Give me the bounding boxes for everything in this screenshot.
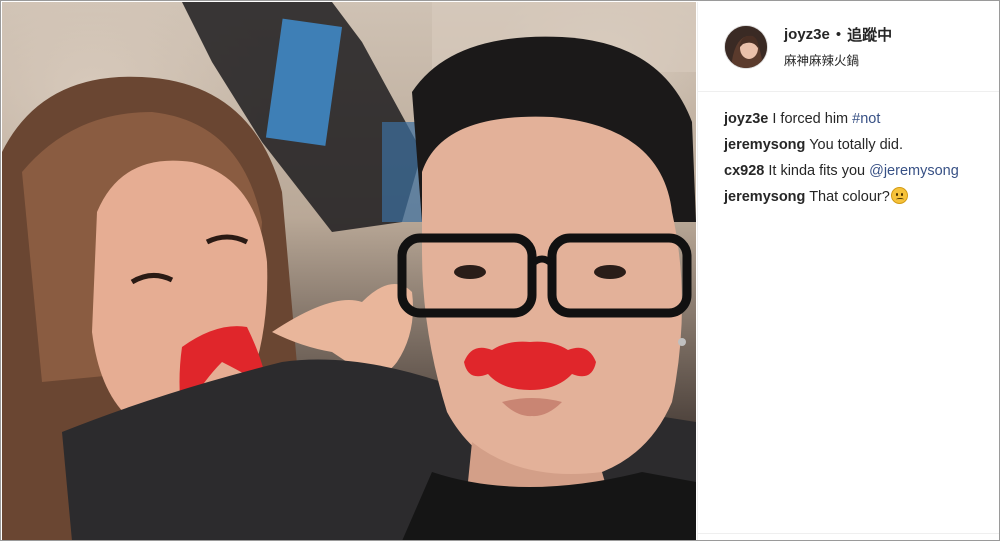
post-window: joyz3e • 追蹤中 麻神麻辣火鍋 joyz3e I forced him … xyxy=(0,0,1000,541)
confused-face-icon xyxy=(890,187,908,204)
avatar-image xyxy=(725,25,767,68)
following-button[interactable]: 追蹤中 xyxy=(847,24,892,45)
comment-item: jeremysong That colour? xyxy=(724,184,974,210)
comment-item: jeremysong You totally did. xyxy=(724,132,974,158)
post-header: joyz3e • 追蹤中 麻神麻辣火鍋 xyxy=(698,2,999,92)
separator-dot: • xyxy=(835,26,842,43)
mention-link[interactable]: @jeremysong xyxy=(869,163,959,179)
panel-divider xyxy=(698,533,999,540)
post-photo[interactable] xyxy=(2,2,696,540)
comment-username[interactable]: cx928 xyxy=(724,163,764,179)
comment-item: joyz3e I forced him #not xyxy=(724,106,974,132)
comment-username[interactable]: joyz3e xyxy=(724,111,768,127)
post-location[interactable]: 麻神麻辣火鍋 xyxy=(784,50,892,69)
comment-text: You totally did. xyxy=(809,137,903,153)
post-side-panel: joyz3e • 追蹤中 麻神麻辣火鍋 joyz3e I forced him … xyxy=(697,2,999,540)
comment-text: It kinda fits you xyxy=(768,163,870,179)
comment-item: cx928 It kinda fits you @jeremysong xyxy=(724,158,974,184)
comment-username[interactable]: jeremysong xyxy=(724,137,805,153)
comment-text: That colour? xyxy=(809,189,890,205)
comment-text: I forced him xyxy=(772,111,853,127)
comment-username[interactable]: jeremysong xyxy=(724,189,805,205)
hashtag-link[interactable]: #not xyxy=(852,111,880,127)
author-line: joyz3e • 追蹤中 xyxy=(784,24,892,45)
author-username[interactable]: joyz3e xyxy=(784,26,830,43)
photo-illustration xyxy=(2,2,696,540)
author-avatar[interactable] xyxy=(724,24,768,69)
comments-list: joyz3e I forced him #not jeremysong You … xyxy=(698,92,999,210)
author-info: joyz3e • 追蹤中 麻神麻辣火鍋 xyxy=(784,24,892,69)
